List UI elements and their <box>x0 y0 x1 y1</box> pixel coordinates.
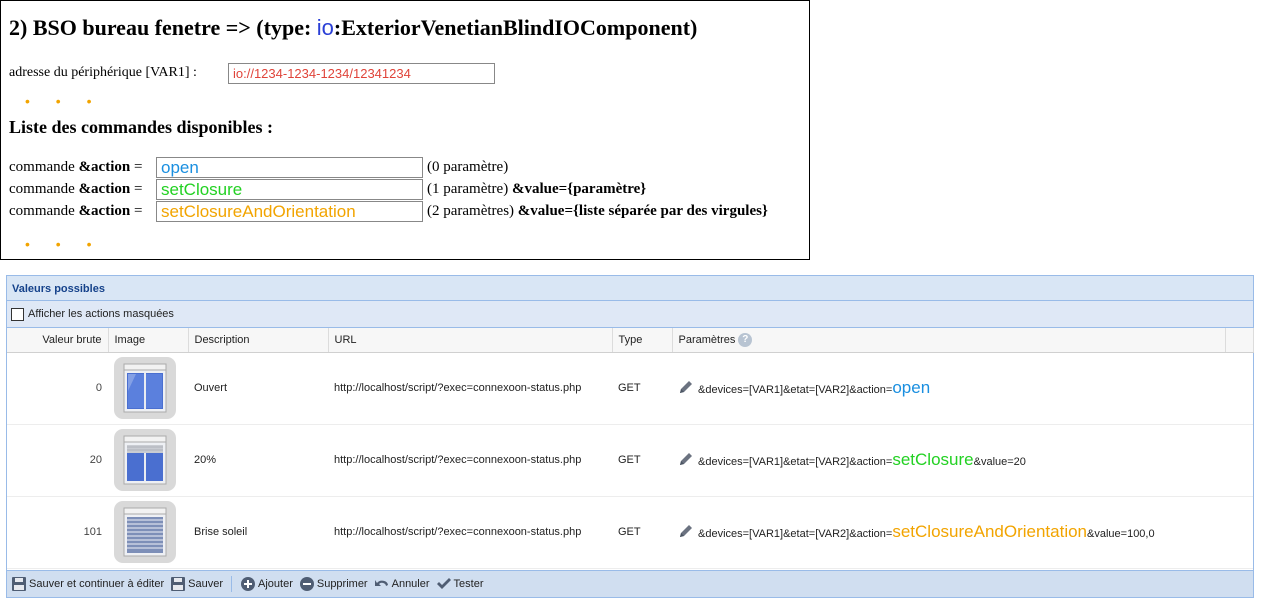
minus-circle-icon <box>299 577 314 591</box>
raw-value-cell: 101 <box>7 496 108 569</box>
param-action-setclosure: setClosure <box>892 450 974 469</box>
add-button[interactable]: Ajouter <box>240 576 293 592</box>
grid-header-row: Valeur brute Image Description URL Type … <box>7 328 1254 353</box>
type-cell: GET <box>612 352 672 425</box>
title-prefix: 2) BSO bureau fenetre => (type: <box>9 15 317 40</box>
command-note: (0 paramètre) <box>427 159 509 175</box>
possible-values-panel: Valeurs possibles Afficher les actions m… <box>6 275 1254 598</box>
column-header-parameters[interactable]: Paramètres? <box>672 328 1226 353</box>
save-continue-button[interactable]: Sauver et continuer à éditer <box>11 576 164 592</box>
floppy-disk-icon <box>171 577 186 591</box>
window-blind-slats-icon[interactable] <box>114 501 176 563</box>
image-cell <box>108 424 188 497</box>
show-hidden-actions-label[interactable]: Afficher les actions masquées <box>28 308 174 320</box>
column-header-filler <box>1225 328 1254 353</box>
param-action-open: open <box>892 378 931 397</box>
panel-toolbar: Sauver et continuer à éditer Sauver Ajou… <box>7 570 1253 597</box>
ellipsis-dots: • • • <box>25 93 103 109</box>
undo-icon <box>374 580 388 586</box>
url-cell: http://localhost/script/?exec=connexoon-… <box>328 496 612 569</box>
url-cell: http://localhost/script/?exec=connexoon-… <box>328 424 612 497</box>
help-title: 2) BSO bureau fenetre => (type: io:Exter… <box>9 15 697 41</box>
show-hidden-actions-checkbox[interactable] <box>11 307 24 321</box>
description-cell: 20% <box>188 424 328 497</box>
column-header-description[interactable]: Description <box>188 328 329 353</box>
column-header-raw-value[interactable]: Valeur brute <box>7 328 109 353</box>
command-value-setclosure: setClosure <box>156 179 423 200</box>
command-value-open: open <box>156 157 423 178</box>
type-cell: GET <box>612 496 672 569</box>
delete-button[interactable]: Supprimer <box>299 576 368 592</box>
table-row[interactable]: 20 20% http://localhost/script/?exec=con… <box>7 424 1253 497</box>
window-blind-20-icon[interactable] <box>114 429 176 491</box>
pencil-icon[interactable] <box>678 523 694 539</box>
column-header-url[interactable]: URL <box>328 328 613 353</box>
pencil-icon[interactable] <box>678 451 694 467</box>
values-grid: Valeur brute Image Description URL Type … <box>7 328 1254 569</box>
description-cell: Brise soleil <box>188 496 328 569</box>
title-io: io <box>316 15 334 40</box>
save-button[interactable]: Sauver <box>170 576 223 592</box>
address-label: adresse du périphérique [VAR1] : <box>9 65 197 80</box>
url-cell: http://localhost/script/?exec=connexoon-… <box>328 352 612 425</box>
floppy-disk-icon <box>12 577 26 591</box>
type-cell: GET <box>612 424 672 497</box>
command-note: (2 paramètres) &value={liste séparée par… <box>427 203 768 219</box>
param-action-setclosureandorientation: setClosureAndOrientation <box>892 522 1088 541</box>
test-button[interactable]: Tester <box>436 576 484 592</box>
window-open-icon[interactable] <box>114 357 176 419</box>
pencil-icon[interactable] <box>678 379 694 395</box>
command-label: commande &action = <box>9 159 143 175</box>
checkmark-icon <box>436 578 451 589</box>
command-value-setclosureandorientation: setClosureAndOrientation <box>156 201 423 222</box>
image-cell <box>108 496 188 569</box>
parameters-cell: &devices=[VAR1]&etat=[VAR2]&action=setCl… <box>672 496 1225 569</box>
address-value: io://1234-1234-1234/12341234 <box>228 63 495 84</box>
help-icon[interactable]: ? <box>738 332 753 347</box>
command-note: (1 paramètre) &value={paramètre} <box>427 181 647 197</box>
plus-circle-icon <box>241 577 255 591</box>
ellipsis-dots: • • • <box>25 236 103 252</box>
image-cell <box>108 352 188 425</box>
raw-value-cell: 0 <box>7 352 108 425</box>
toolbar-separator <box>231 576 232 592</box>
column-header-image[interactable]: Image <box>108 328 189 353</box>
parameters-cell: &devices=[VAR1]&etat=[VAR2]&action=setCl… <box>672 424 1225 497</box>
cancel-button[interactable]: Annuler <box>374 576 430 592</box>
title-suffix: :ExteriorVenetianBlindIOComponent) <box>333 15 698 40</box>
command-label: commande &action = <box>9 181 143 197</box>
commands-list-title: Liste des commandes disponibles : <box>9 117 274 137</box>
column-header-type[interactable]: Type <box>612 328 673 353</box>
description-cell: Ouvert <box>188 352 328 425</box>
parameters-cell: &devices=[VAR1]&etat=[VAR2]&action=open <box>672 352 1225 425</box>
command-label: commande &action = <box>9 203 143 219</box>
panel-title: Valeurs possibles <box>7 276 1253 301</box>
table-row[interactable]: 101 Brise soleil http://localhost/script… <box>7 496 1253 569</box>
help-box: 2) BSO bureau fenetre => (type: io:Exter… <box>0 0 810 260</box>
panel-options-bar: Afficher les actions masquées <box>7 301 1253 328</box>
raw-value-cell: 20 <box>7 424 108 497</box>
table-row[interactable]: 0 Ouvert http://localhost/script/?exec=c… <box>7 352 1253 425</box>
